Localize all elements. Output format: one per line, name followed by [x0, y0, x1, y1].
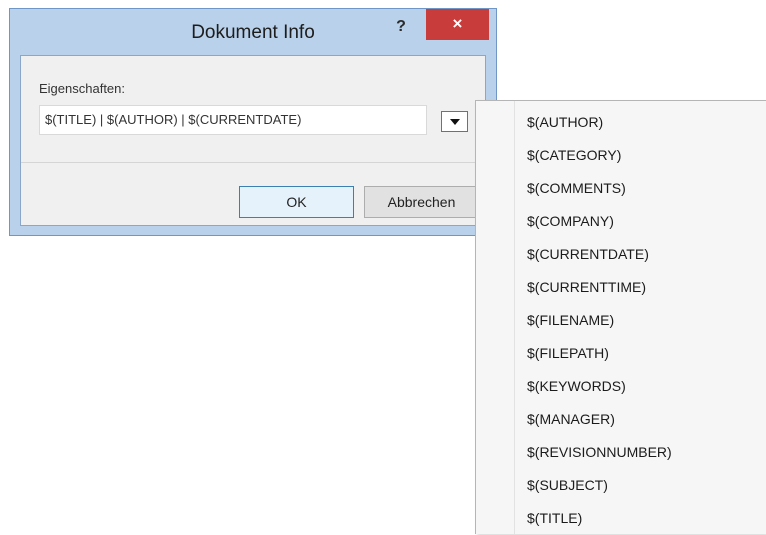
menu-icon-gutter [476, 101, 515, 534]
menu-item-filepath[interactable]: $(FILEPATH) [516, 337, 766, 370]
title-bar[interactable]: Dokument Info ? × [10, 9, 496, 55]
close-icon: × [452, 14, 463, 33]
menu-item-revisionnumber[interactable]: $(REVISIONNUMBER) [516, 436, 766, 469]
properties-field[interactable]: $(TITLE) | $(AUTHOR) | $(CURRENTDATE) [39, 105, 427, 135]
help-button[interactable]: ? [386, 15, 416, 39]
menu-item-author[interactable]: $(AUTHOR) [516, 106, 766, 139]
menu-item-currenttime[interactable]: $(CURRENTTIME) [516, 271, 766, 304]
menu-item-manager[interactable]: $(MANAGER) [516, 403, 766, 436]
menu-item-category[interactable]: $(CATEGORY) [516, 139, 766, 172]
close-button[interactable]: × [426, 9, 489, 40]
help-icon: ? [396, 18, 406, 35]
field-dropdown-menu: $(AUTHOR) $(CATEGORY) $(COMMENTS) $(COMP… [475, 100, 766, 534]
menu-item-filename[interactable]: $(FILENAME) [516, 304, 766, 337]
document-info-dialog: Dokument Info ? × Eigenschaften: $(TITLE… [9, 8, 497, 236]
menu-list: $(AUTHOR) $(CATEGORY) $(COMMENTS) $(COMP… [516, 106, 766, 535]
properties-label: Eigenschaften: [39, 81, 126, 96]
ok-button[interactable]: OK [239, 186, 354, 218]
dialog-title: Dokument Info [191, 22, 315, 43]
menu-item-subject[interactable]: $(SUBJECT) [516, 469, 766, 502]
menu-item-company[interactable]: $(COMPANY) [516, 205, 766, 238]
insert-field-dropdown-button[interactable] [441, 111, 468, 132]
menu-item-title[interactable]: $(TITLE) [516, 502, 766, 535]
chevron-down-icon [450, 119, 460, 125]
properties-group: Eigenschaften: $(TITLE) | $(AUTHOR) | $(… [21, 56, 485, 163]
menu-item-currentdate[interactable]: $(CURRENTDATE) [516, 238, 766, 271]
cancel-button[interactable]: Abbrechen [364, 186, 479, 218]
menu-item-keywords[interactable]: $(KEYWORDS) [516, 370, 766, 403]
dialog-body: Eigenschaften: $(TITLE) | $(AUTHOR) | $(… [20, 55, 486, 226]
menu-item-comments[interactable]: $(COMMENTS) [516, 172, 766, 205]
